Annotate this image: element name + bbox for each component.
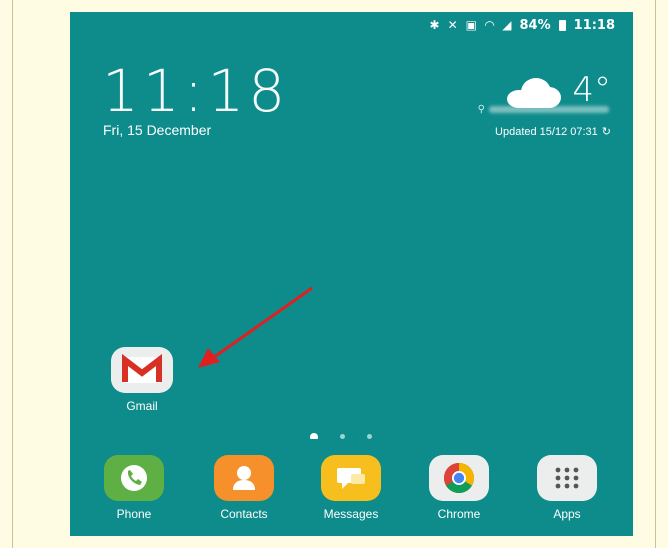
page-dot[interactable] <box>367 433 372 439</box>
page-dot[interactable] <box>340 433 345 439</box>
refresh-icon[interactable]: ↻ <box>602 125 611 138</box>
clock-date[interactable]: Fri, 15 December <box>103 122 211 138</box>
nfc-icon: ▣ <box>465 18 478 32</box>
messages-app[interactable]: Messages <box>311 455 391 521</box>
chrome-app[interactable]: Chrome <box>419 455 499 521</box>
image-frame: ✱ ✕ ▣ ◠ ◢ 84% 11:18 11:18 Fri, 15 Decemb… <box>12 0 656 548</box>
gmail-app[interactable]: Gmail <box>102 347 182 413</box>
annotation-arrow <box>198 286 313 368</box>
mute-icon: ✕ <box>447 18 458 32</box>
messages-icon[interactable] <box>321 455 381 501</box>
contacts-icon[interactable] <box>214 455 274 501</box>
location-pin-icon: ⚲ <box>477 104 485 115</box>
gmail-icon[interactable] <box>111 347 173 393</box>
chrome-icon[interactable] <box>429 455 489 501</box>
wifi-icon: ◠ <box>485 18 495 32</box>
battery-icon <box>558 19 566 31</box>
status-bar: ✱ ✕ ▣ ◠ ◢ 84% 11:18 <box>430 15 615 35</box>
phone-label: Phone <box>116 507 152 521</box>
weather-location: ⚲ <box>478 104 609 115</box>
blurred-location-name <box>489 106 609 113</box>
contacts-app[interactable]: Contacts <box>204 455 284 521</box>
clock-time[interactable]: 11:18 <box>102 62 289 120</box>
contacts-label: Contacts <box>220 507 268 521</box>
weather-updated[interactable]: Updated 15/12 07:31 ↻ <box>495 125 611 139</box>
phone-screen: ✱ ✕ ▣ ◠ ◢ 84% 11:18 11:18 Fri, 15 Decemb… <box>70 12 633 536</box>
page-indicator[interactable] <box>310 433 372 439</box>
battery-percent: 84% <box>519 17 551 33</box>
apps-label: Apps <box>553 507 581 521</box>
home-page-dot[interactable] <box>310 433 318 439</box>
status-time: 11:18 <box>573 17 615 33</box>
bluetooth-icon: ✱ <box>429 18 440 32</box>
messages-label: Messages <box>323 507 379 521</box>
dock: Phone Contacts Messages Chrome Apps <box>70 455 633 535</box>
apps-app[interactable]: Apps <box>527 455 607 521</box>
gmail-label: Gmail <box>126 399 158 413</box>
apps-grid-icon[interactable] <box>537 455 597 501</box>
signal-icon: ◢ <box>502 18 512 32</box>
phone-app[interactable]: Phone <box>94 455 174 521</box>
weather-updated-label: Updated 15/12 07:31 <box>495 125 598 138</box>
phone-icon[interactable] <box>104 455 164 501</box>
chrome-label: Chrome <box>437 507 481 521</box>
